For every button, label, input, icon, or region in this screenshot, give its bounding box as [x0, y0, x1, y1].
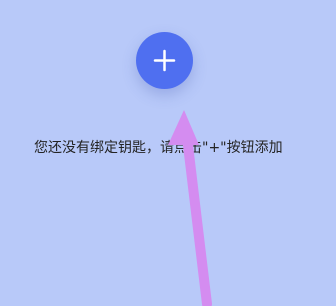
plus-icon	[153, 49, 176, 72]
add-key-button[interactable]	[136, 32, 193, 89]
empty-key-screen: 您还没有绑定钥匙，请点击"+"按钮添加	[0, 0, 336, 306]
empty-state-message: 您还没有绑定钥匙，请点击"+"按钮添加	[34, 140, 283, 156]
